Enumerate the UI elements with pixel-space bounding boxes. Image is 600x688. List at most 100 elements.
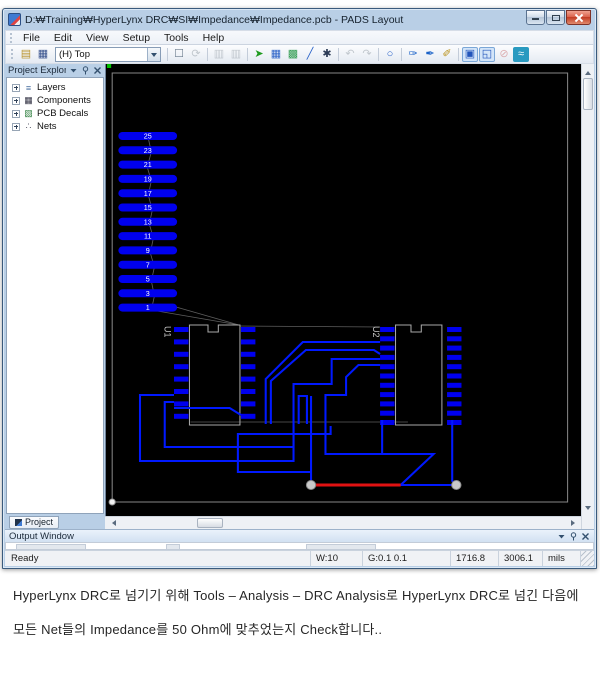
board-copy-icon[interactable]: ▥ — [228, 47, 244, 62]
ic-pad — [174, 352, 188, 357]
drc-icon[interactable]: ✱ — [319, 47, 335, 62]
undo-icon[interactable]: ↶ — [342, 47, 358, 62]
layer-combo-value: (H) Top — [59, 49, 90, 60]
expand-icon[interactable] — [12, 97, 20, 105]
expand-icon[interactable] — [12, 123, 20, 131]
pin-number-label: 5 — [146, 276, 150, 284]
close-button[interactable] — [566, 10, 591, 25]
pcb-decals-icon: ▧ — [23, 108, 34, 119]
open-icon[interactable]: ▤ — [18, 47, 34, 62]
link-icon[interactable]: ≈ — [513, 47, 529, 62]
toolbar-separator — [378, 48, 379, 61]
ic-pad — [241, 352, 255, 357]
scroll-down-button[interactable] — [583, 503, 593, 515]
menu-edit[interactable]: Edit — [47, 32, 79, 44]
pin-number-label: 11 — [144, 233, 152, 241]
width-cell: W:10 — [310, 551, 362, 566]
panel-menu-icon[interactable] — [557, 532, 566, 541]
design-canvas[interactable]: 252321191715131197531U1U2 — [105, 64, 581, 516]
tab-project[interactable]: Project — [9, 516, 59, 529]
grid-cell: G:0.1 0.1 — [362, 551, 450, 566]
arrow-down-icon — [585, 506, 591, 513]
ic-pad — [380, 383, 394, 388]
pin-icon[interactable] — [569, 532, 578, 541]
save-icon[interactable]: ▦ — [35, 47, 51, 62]
pin-number-label: 23 — [144, 147, 152, 155]
toolbar-separator — [167, 48, 168, 61]
ic-pad — [174, 389, 188, 394]
ic-pad — [447, 401, 461, 406]
ic-pad — [241, 401, 255, 406]
eco-icon[interactable]: ➤ — [251, 47, 267, 62]
menu-file[interactable]: File — [16, 32, 47, 44]
ic-pad — [241, 377, 255, 382]
plow-tool-icon[interactable]: ✒ — [422, 47, 438, 62]
app-icon — [8, 13, 21, 26]
zoom-icon[interactable]: ○ — [382, 47, 398, 62]
signal-trace — [452, 420, 456, 485]
board-icon[interactable]: ▥ — [211, 47, 227, 62]
toolbar-separator — [401, 48, 402, 61]
refresh-icon[interactable]: ⟳ — [188, 47, 204, 62]
pin-number-label: 1 — [146, 304, 150, 312]
image-icon[interactable]: ▩ — [285, 47, 301, 62]
scroll-up-button[interactable] — [583, 65, 593, 77]
menu-setup[interactable]: Setup — [116, 32, 157, 44]
redo-icon[interactable]: ↷ — [359, 47, 375, 62]
horizontal-scrollbar[interactable] — [105, 516, 581, 529]
title-bar[interactable]: D:₩Training₩HyperLynx DRC₩SI₩Impedance₩I… — [5, 9, 594, 30]
vertical-scrollbar[interactable] — [581, 64, 594, 529]
tree-item-components[interactable]: ▦Components — [7, 94, 103, 107]
probe-icon[interactable]: ⊘ — [496, 47, 512, 62]
canvas-column: 252321191715131197531U1U2 — [105, 64, 581, 529]
grid-icon[interactable]: ▦ — [268, 47, 284, 62]
layer-combo-dropdown-button[interactable] — [147, 48, 160, 61]
tree-item-pcb-decals[interactable]: ▧PCB Decals — [7, 107, 103, 120]
tree-item-nets[interactable]: ∴Nets — [7, 120, 103, 133]
ic-pad — [380, 364, 394, 369]
tree-item-layers[interactable]: ≡Layers — [7, 81, 103, 94]
close-panel-icon[interactable] — [581, 532, 590, 541]
board-corner-marker — [109, 499, 115, 505]
pcb-canvas-svg[interactable]: 252321191715131197531U1U2 — [106, 64, 581, 516]
component-outline-u2 — [396, 325, 442, 425]
route-tool-icon[interactable]: ✑ — [405, 47, 421, 62]
project-tab-label: Project — [25, 517, 53, 527]
brush-tool-icon[interactable]: ✐ — [439, 47, 455, 62]
expand-icon[interactable] — [12, 84, 20, 92]
maximize-button[interactable] — [546, 10, 565, 25]
pads-layout-window: D:₩Training₩HyperLynx DRC₩SI₩Impedance₩I… — [2, 8, 597, 569]
select-window-icon[interactable]: ▣ — [462, 47, 478, 62]
ic-pad — [241, 414, 255, 419]
vertical-scroll-thumb[interactable] — [583, 78, 593, 110]
menu-view[interactable]: View — [79, 32, 116, 44]
menu-help[interactable]: Help — [196, 32, 232, 44]
horizontal-scroll-thumb[interactable] — [197, 518, 223, 528]
scroll-left-button[interactable] — [106, 518, 118, 528]
ic-pad — [380, 411, 394, 416]
caption-line-1: HyperLynx DRC로 넘기기 위해 Tools – Analysis –… — [13, 585, 579, 604]
ic-pad — [380, 355, 394, 360]
close-panel-icon[interactable] — [93, 66, 102, 75]
expand-icon[interactable] — [12, 110, 20, 118]
minimize-button[interactable] — [526, 10, 545, 25]
properties-icon[interactable]: ☐ — [171, 47, 187, 62]
arrow-right-icon — [571, 520, 578, 526]
ic-pad — [174, 401, 188, 406]
ic-pad — [447, 364, 461, 369]
panel-menu-icon[interactable] — [69, 66, 78, 75]
ic-pad — [447, 392, 461, 397]
ic-pad — [174, 364, 188, 369]
resize-grip[interactable] — [580, 551, 594, 566]
measure-icon[interactable]: ╱ — [302, 47, 318, 62]
menu-tools[interactable]: Tools — [157, 32, 196, 44]
layer-combo[interactable]: (H) Top — [55, 47, 161, 62]
tree-item-label: PCB Decals — [37, 108, 88, 119]
ic-pad — [447, 346, 461, 351]
pin-icon[interactable] — [81, 66, 90, 75]
scroll-right-button[interactable] — [568, 518, 580, 528]
via — [306, 481, 315, 490]
ic-pad — [447, 383, 461, 388]
arrow-left-icon — [109, 520, 116, 526]
route-window-icon[interactable]: ◱ — [479, 47, 495, 62]
